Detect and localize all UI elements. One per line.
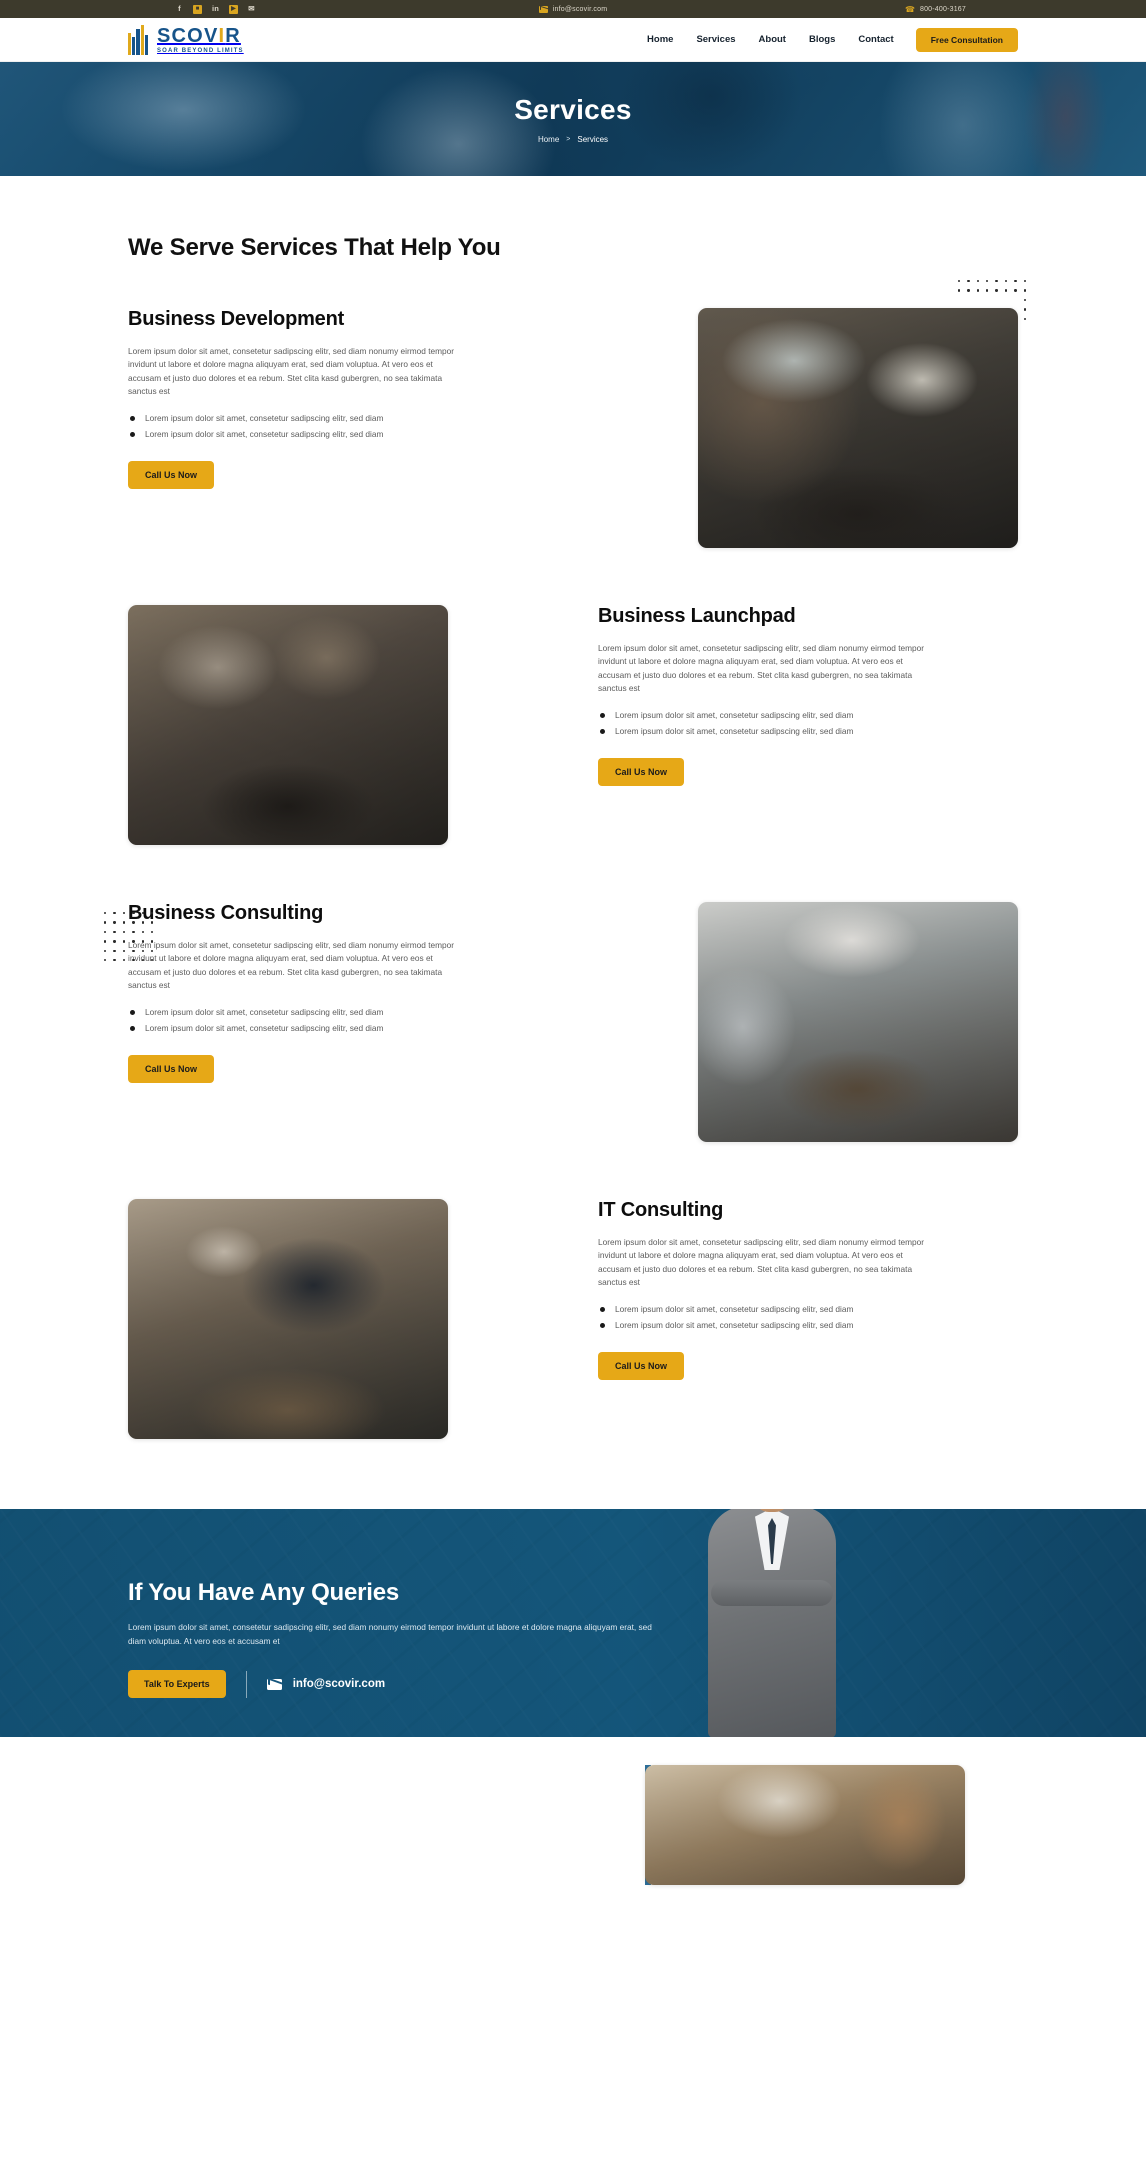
cta-actions: Talk To Experts info@scovir.com xyxy=(128,1670,1146,1699)
nav-item-about[interactable]: About xyxy=(759,34,786,45)
talk-to-experts-button[interactable]: Talk To Experts xyxy=(128,1670,226,1699)
service-image-wrap xyxy=(698,280,1026,548)
service-description: Lorem ipsum dolor sit amet, consetetur s… xyxy=(598,643,925,694)
next-section-peek xyxy=(0,1737,1146,1885)
logo-wordmark: SCOVIR xyxy=(157,24,241,47)
service-description: Lorem ipsum dolor sit amet, consetetur s… xyxy=(598,1237,925,1288)
logo-tagline: SOAR BEYOND LIMITS xyxy=(157,47,244,54)
service-image-wrap xyxy=(698,902,1018,1142)
topbar-phone-block: ☎ 800-400-3167 xyxy=(905,5,966,14)
social-links: f ■ in ▶ ✉ xyxy=(175,4,256,14)
facebook-icon[interactable]: f xyxy=(175,5,184,14)
linkedin-icon[interactable]: in xyxy=(211,5,220,14)
service-row: Business Development Lorem ipsum dolor s… xyxy=(128,280,1026,548)
service-description: Lorem ipsum dolor sit amet, consetetur s… xyxy=(128,346,455,397)
phone-icon: ☎ xyxy=(905,4,915,14)
service-bullet-list: Lorem ipsum dolor sit amet, consetetur s… xyxy=(128,412,548,441)
page-title: Services xyxy=(514,94,632,125)
service-title: Business Consulting xyxy=(128,902,324,924)
list-item: Lorem ipsum dolor sit amet, consetetur s… xyxy=(598,709,1018,722)
service-image-wrap xyxy=(128,1199,448,1439)
call-us-now-button[interactable]: Call Us Now xyxy=(598,1352,685,1381)
breadcrumb-current: Services xyxy=(577,135,609,144)
dot-pattern-decoration xyxy=(104,912,154,962)
nav-item-blogs[interactable]: Blogs xyxy=(809,34,835,45)
service-text-block: Business Development Lorem ipsum dolor s… xyxy=(128,308,548,490)
site-logo[interactable]: SCOVIR SOAR BEYOND LIMITS xyxy=(128,24,244,55)
call-us-now-button[interactable]: Call Us Now xyxy=(598,758,685,787)
service-bullet-list: Lorem ipsum dolor sit amet, consetetur s… xyxy=(128,1006,548,1035)
services-list: Business Development Lorem ipsum dolor s… xyxy=(0,280,1146,1439)
list-item: Lorem ipsum dolor sit amet, consetetur s… xyxy=(128,428,548,441)
list-item: Lorem ipsum dolor sit amet, consetetur s… xyxy=(128,412,548,425)
breadcrumb: Home > Services xyxy=(538,135,608,144)
list-item: Lorem ipsum dolor sit amet, consetetur s… xyxy=(598,725,1018,738)
breadcrumb-home[interactable]: Home xyxy=(538,135,559,144)
breadcrumb-separator-icon: > xyxy=(566,136,571,143)
next-section-image xyxy=(645,1765,965,1885)
service-text-block: Business Consulting Lorem ipsum dolor si… xyxy=(104,902,548,1084)
service-bullet-list: Lorem ipsum dolor sit amet, consetetur s… xyxy=(598,1303,1018,1332)
section-heading: We Serve Services That Help You xyxy=(128,234,501,261)
building-logo-icon xyxy=(128,24,148,55)
service-text-block: Business Launchpad Lorem ipsum dolor sit… xyxy=(598,605,1018,787)
cta-description: Lorem ipsum dolor sit amet, consetetur s… xyxy=(128,1622,652,1646)
service-row: Business Launchpad Lorem ipsum dolor sit… xyxy=(128,605,1018,845)
call-us-now-button[interactable]: Call Us Now xyxy=(128,461,215,490)
service-description: Lorem ipsum dolor sit amet, consetetur s… xyxy=(128,940,455,991)
cta-email-link[interactable]: info@scovir.com xyxy=(293,1678,385,1690)
envelope-icon xyxy=(266,1678,282,1690)
service-image xyxy=(128,605,448,845)
instagram-icon[interactable]: ■ xyxy=(193,4,202,14)
main-navigation: Home Services About Blogs Contact xyxy=(647,34,894,45)
service-title: IT Consulting xyxy=(598,1199,724,1221)
service-row: IT Consulting Lorem ipsum dolor sit amet… xyxy=(128,1199,1018,1439)
service-image xyxy=(698,902,1018,1142)
dot-pattern-decoration xyxy=(957,280,1026,320)
divider xyxy=(245,1670,247,1698)
cta-title: If You Have Any Queries xyxy=(128,1579,400,1606)
list-item: Lorem ipsum dolor sit amet, consetetur s… xyxy=(598,1303,1018,1316)
cta-content: If You Have Any Queries Lorem ipsum dolo… xyxy=(0,1509,1146,1699)
service-row: Business Consulting Lorem ipsum dolor si… xyxy=(104,902,1018,1142)
youtube-icon[interactable]: ▶ xyxy=(229,4,238,14)
service-image xyxy=(698,308,1018,548)
list-item: Lorem ipsum dolor sit amet, consetetur s… xyxy=(128,1006,548,1019)
service-title: Business Launchpad xyxy=(598,605,796,627)
topbar-email-block: info@scovir.com xyxy=(0,5,1146,13)
twitter-icon[interactable]: ✉ xyxy=(247,5,256,14)
free-consultation-button[interactable]: Free Consultation xyxy=(915,27,1018,52)
top-utility-bar: f ■ in ▶ ✉ info@scovir.com ☎ 800-400-316… xyxy=(0,0,1146,18)
envelope-icon xyxy=(538,5,548,13)
nav-item-contact[interactable]: Contact xyxy=(858,34,893,45)
nav-item-home[interactable]: Home xyxy=(647,34,673,45)
logo-text: SCOVIR SOAR BEYOND LIMITS xyxy=(157,26,244,54)
topbar-phone-link[interactable]: 800-400-3167 xyxy=(920,6,966,13)
list-item: Lorem ipsum dolor sit amet, consetetur s… xyxy=(598,1319,1018,1332)
service-bullet-list: Lorem ipsum dolor sit amet, consetetur s… xyxy=(598,709,1018,738)
service-image-wrap xyxy=(128,605,448,845)
cta-email-block: info@scovir.com xyxy=(266,1678,385,1690)
page-hero-banner: Services Home > Services xyxy=(0,62,1146,176)
topbar-email-link[interactable]: info@scovir.com xyxy=(553,6,607,13)
service-title: Business Development xyxy=(128,308,345,330)
service-image xyxy=(128,1199,448,1439)
call-us-now-button[interactable]: Call Us Now xyxy=(128,1055,215,1084)
site-header: SCOVIR SOAR BEYOND LIMITS Home Services … xyxy=(0,18,1146,62)
queries-cta-banner: If You Have Any Queries Lorem ipsum dolo… xyxy=(0,1509,1146,1737)
service-text-block: IT Consulting Lorem ipsum dolor sit amet… xyxy=(598,1199,1018,1381)
nav-item-services[interactable]: Services xyxy=(696,34,735,45)
list-item: Lorem ipsum dolor sit amet, consetetur s… xyxy=(128,1022,548,1035)
